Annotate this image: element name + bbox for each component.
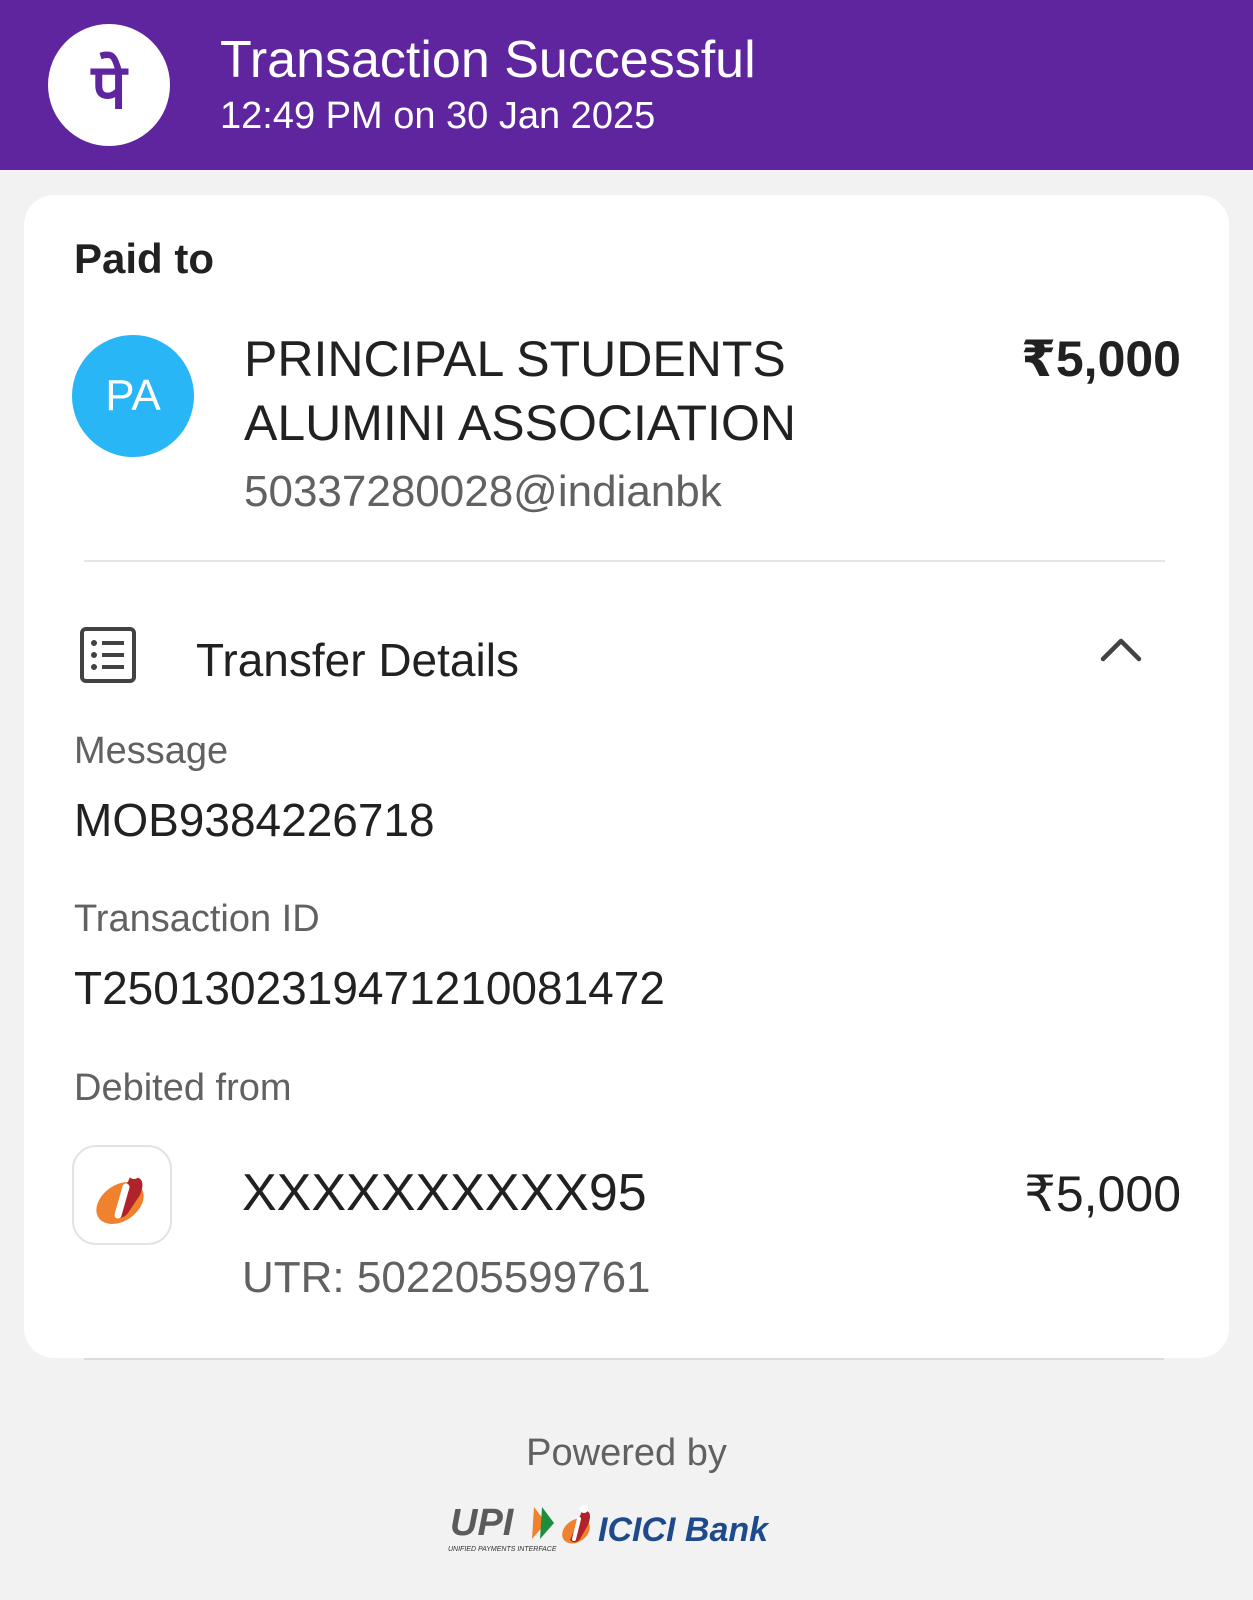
message-label: Message [74,730,229,772]
phonepe-logo-icon: पे [48,24,170,146]
icici-bank-logo-icon: ICICI Bank [562,1505,770,1549]
status-title: Transaction Successful [220,31,756,89]
transaction-status-header: पे Transaction Successful 12:49 PM on 30… [0,0,1253,170]
transaction-details-card: Paid to PA PRINCIPAL STUDENTS ALUMINI AS… [24,195,1229,1358]
paid-to-label: Paid to [74,235,215,282]
upi-logo-icon: UPI UNIFIED PAYMENTS INTERFACE [448,1502,557,1553]
svg-text:ICICI Bank: ICICI Bank [598,1511,770,1549]
payee-avatar: PA [72,335,194,457]
transaction-datetime: 12:49 PM on 30 Jan 2025 [220,95,656,137]
partner-logos: UPI UNIFIED PAYMENTS INTERFACE ICICI Ban… [448,1495,808,1565]
svg-text:UPI: UPI [450,1502,515,1544]
svg-text:पे: पे [90,50,129,123]
debit-amount: ₹5,000 [1024,1166,1181,1222]
divider [84,1358,1164,1360]
icici-bank-logo-icon [72,1145,172,1245]
payee-upi-id: 50337280028@indianbk [244,467,722,516]
debited-from-label: Debited from [74,1067,292,1109]
payee-name: PRINCIPAL STUDENTS ALUMINI ASSOCIATION [244,331,796,451]
chevron-up-icon[interactable] [1099,635,1143,670]
transaction-id-label: Transaction ID [74,898,320,940]
debit-account-number: XXXXXXXXXX95 [242,1164,647,1222]
message-value: MOB9384226718 [74,794,435,846]
svg-text:UNIFIED PAYMENTS INTERFACE: UNIFIED PAYMENTS INTERFACE [448,1546,557,1553]
divider [84,560,1165,562]
paid-amount: ₹5,000 [1021,331,1181,387]
transfer-details-title[interactable]: Transfer Details [196,633,519,687]
powered-by-label: Powered by [526,1432,727,1474]
utr-number: UTR: 502205599761 [242,1253,651,1302]
list-details-icon [80,627,136,688]
transaction-id-value: T2501302319471210081472 [74,962,665,1014]
